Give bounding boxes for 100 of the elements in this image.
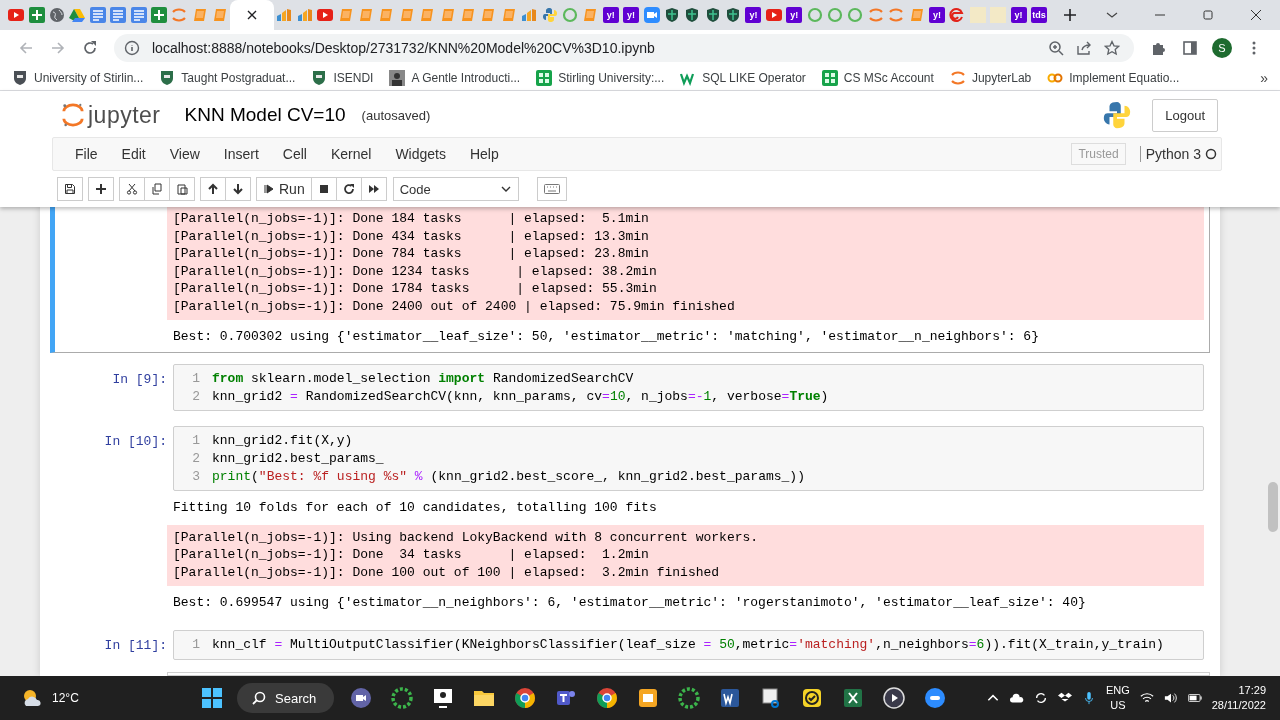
keyboard-button[interactable] bbox=[536, 177, 567, 201]
run-button[interactable]: Run bbox=[256, 177, 312, 201]
shield-icon bbox=[663, 7, 680, 23]
camera-bubble-icon[interactable] bbox=[349, 686, 374, 710]
bar-chart-icon bbox=[521, 7, 538, 23]
menu-item[interactable]: View bbox=[159, 146, 210, 162]
book-icon bbox=[212, 7, 229, 23]
plus-square-icon bbox=[150, 7, 167, 23]
menu-item[interactable]: Insert bbox=[213, 146, 269, 162]
menu-item[interactable]: Kernel bbox=[320, 146, 382, 162]
document-icon bbox=[89, 7, 106, 23]
book-icon bbox=[419, 7, 436, 23]
cell-type-dropdown[interactable]: Code bbox=[392, 177, 519, 201]
address-field[interactable]: localhost:8888/notebooks/Desktop/2731732/KNN%20Model%20CV%3D10.ipynb bbox=[114, 34, 1134, 62]
copy-icon bbox=[151, 183, 163, 195]
menu-item[interactable]: Help bbox=[459, 146, 509, 162]
play-circle-icon[interactable] bbox=[882, 686, 907, 710]
star-icon[interactable] bbox=[1104, 40, 1120, 56]
notebook-cell[interactable]: In [11]: 1 knn_clf = MultiOutputClassifier(KNeighborsClassifier(leaf_size = 50,metric='matching',n_neighbors=6)).fit(X_train,y_train) bbox=[50, 626, 1210, 666]
notebook-cell[interactable] bbox=[50, 207, 1210, 354]
sync-icon[interactable] bbox=[1033, 691, 1048, 705]
menu-item[interactable]: Widgets bbox=[385, 146, 456, 162]
browser-tab[interactable]: y! bbox=[620, 0, 642, 30]
output-line: [Parallel(n_jobs=-1)]: Done 1234 tasks | elapsed: 38.2min bbox=[173, 262, 658, 281]
shield-icon bbox=[704, 7, 721, 23]
windows-logo-icon[interactable] bbox=[200, 686, 224, 710]
bookmark[interactable]: CS MSc Account bbox=[821, 70, 934, 86]
more-bookmarks-button[interactable]: » bbox=[1260, 70, 1268, 86]
cloud-icon[interactable] bbox=[1009, 691, 1024, 705]
line-number: 1 bbox=[191, 432, 201, 450]
keyboard-icon bbox=[543, 184, 560, 194]
bookmark[interactable]: Taught Postgraduat... bbox=[159, 70, 296, 86]
browser-tab[interactable]: y! bbox=[600, 0, 621, 30]
wifi-icon[interactable] bbox=[1139, 691, 1154, 705]
code-line: knn_grid2.fit(X,y) bbox=[212, 432, 353, 450]
restart-button[interactable] bbox=[335, 177, 362, 201]
down-arrow-button[interactable] bbox=[225, 177, 251, 201]
notebook-title[interactable]: KNN Model CV=10 bbox=[184, 104, 346, 126]
search-field[interactable]: Search bbox=[237, 683, 335, 713]
book-icon bbox=[460, 7, 476, 23]
code-editor[interactable]: 1 knn_grid2.fit(X,y) 2 knn_grid2.best_params_ 3 print("Best: %f using %s" % (knn_grid2.best_score_, knn_grid2.best_params_)) bbox=[173, 426, 1204, 492]
bookmark[interactable]: SQL LIKE Operator bbox=[680, 70, 806, 86]
paste-button[interactable] bbox=[169, 177, 195, 201]
menu-item[interactable]: File bbox=[65, 146, 108, 162]
copy-button[interactable] bbox=[144, 177, 170, 201]
browser-tab[interactable]: tds bbox=[1028, 0, 1050, 30]
code-editor[interactable]: 1 from sklearn.model_selection import RandomizedSearchCV 2 knn_grid2 = RandomizedSearchCV(knn, knn_params, cv=10, n_jobs=-1, verbose=True) bbox=[173, 364, 1204, 412]
paste-icon bbox=[176, 183, 188, 195]
battery-icon[interactable] bbox=[1187, 691, 1202, 705]
zoom-in-icon[interactable] bbox=[1048, 40, 1064, 56]
menu-item[interactable]: Cell bbox=[272, 146, 317, 162]
notebook-cell[interactable] bbox=[167, 672, 1210, 676]
browser-tab[interactable]: y! bbox=[1008, 0, 1029, 30]
stop-button[interactable] bbox=[310, 177, 337, 201]
share-icon[interactable] bbox=[1076, 40, 1092, 56]
fast-forward-button[interactable] bbox=[360, 177, 387, 201]
ring-icon[interactable] bbox=[390, 686, 415, 710]
crest-icon bbox=[12, 70, 28, 86]
notebook-cell[interactable]: In [9]: 1 from sklearn.model_selection import RandomizedSearchCV 2 knn_grid2 = RandomizedSearchCV(knn, knn_params, cv=10, n_jobs=-1, verbose=True) bbox=[50, 360, 1210, 416]
bookmark[interactable]: University of Stirlin... bbox=[12, 70, 144, 86]
book-icon bbox=[191, 7, 208, 23]
clock-date[interactable]: 28/11/2022 bbox=[1211, 698, 1266, 713]
output-line: Best: 0.699547 using {'estimator__n_neighbors': 6, 'estimator__metric': 'rogerstanimoto', 'estimator__leaf_size': 40} bbox=[173, 593, 1087, 612]
tri-color-circle-icon[interactable] bbox=[513, 686, 538, 710]
profile-avatar[interactable]: S bbox=[1212, 38, 1232, 58]
menu-item[interactable]: Edit bbox=[111, 146, 156, 162]
grid-tile-icon bbox=[536, 70, 553, 86]
scissors-button[interactable] bbox=[119, 177, 145, 201]
two-tone-logo-icon bbox=[1102, 100, 1133, 130]
language-code[interactable]: ENG bbox=[1105, 683, 1130, 698]
bookmark[interactable]: ISENDI bbox=[311, 70, 374, 86]
stop-icon bbox=[317, 183, 330, 195]
play-icon bbox=[317, 7, 334, 23]
browser-tab[interactable]: y! bbox=[926, 0, 948, 30]
bookmark[interactable]: Stirling University:... bbox=[536, 70, 665, 86]
plus-button[interactable] bbox=[88, 177, 114, 201]
bookmark[interactable]: JupyterLab bbox=[949, 70, 1032, 86]
kernel-name[interactable]: Python 3 bbox=[1139, 146, 1201, 162]
bookmark[interactable]: A Gentle Introducti... bbox=[389, 70, 521, 86]
code-editor[interactable]: 1 knn_clf = MultiOutputClassifier(KNeighborsClassifier(leaf_size = 50,metric='matching',n_neighbors=6)).fit(X_train,y_train) bbox=[173, 630, 1204, 660]
tri-color-circle-icon[interactable] bbox=[595, 686, 620, 710]
region-code[interactable]: US bbox=[1110, 698, 1126, 713]
book-icon bbox=[480, 7, 497, 23]
browser-tab[interactable]: y! bbox=[743, 0, 764, 30]
fast-forward-icon bbox=[367, 183, 380, 195]
ring-icon[interactable] bbox=[677, 686, 702, 710]
bookmark[interactable]: Implement Equatio... bbox=[1047, 70, 1180, 86]
up-arrow-button[interactable] bbox=[200, 177, 226, 201]
clock-time[interactable]: 17:29 bbox=[1238, 683, 1266, 698]
logout-button[interactable]: Logout bbox=[1152, 98, 1218, 132]
zoom-pill-icon[interactable] bbox=[923, 686, 948, 710]
close-icon[interactable] bbox=[247, 10, 258, 20]
code-line: knn_clf = MultiOutputClassifier(KNeighborsClassifier(leaf_size = 50,metric='matching',n_neighbors=6)).fit(X_train,y_train) bbox=[212, 636, 1164, 654]
save-button[interactable] bbox=[57, 177, 83, 201]
scrollbar-thumb[interactable] bbox=[1268, 482, 1278, 532]
letter-tile-icon: y! bbox=[623, 7, 640, 23]
browser-tab[interactable]: y! bbox=[784, 0, 805, 30]
new-tab-icon[interactable] bbox=[1063, 8, 1078, 22]
code-line: print("Best: %f using %s" % (knn_grid2.best_score_, knn_grid2.best_params_)) bbox=[212, 467, 805, 486]
speaker-icon[interactable] bbox=[1163, 691, 1178, 705]
